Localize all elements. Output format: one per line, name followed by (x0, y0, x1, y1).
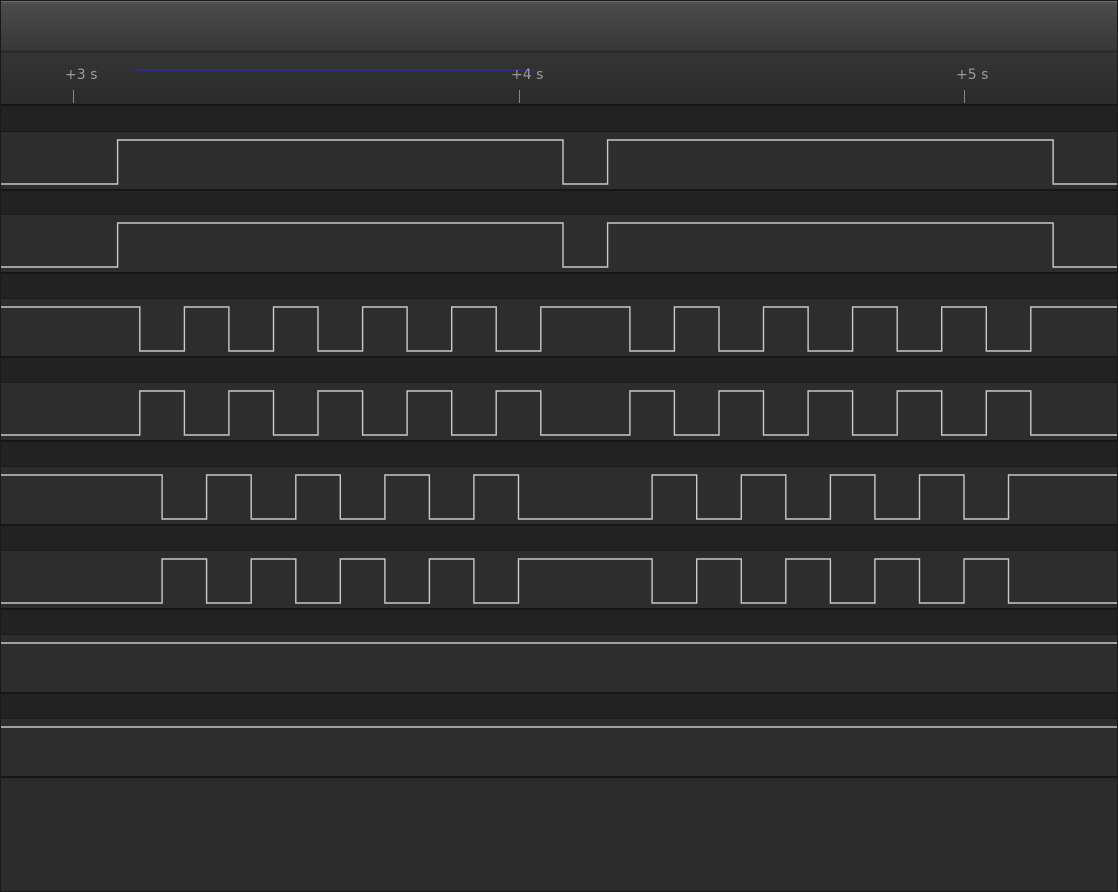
row-gap (1, 191, 1117, 214)
channel-row[interactable] (1, 466, 1117, 526)
toolbar (1, 1, 1117, 51)
waveform-svg (1, 222, 1117, 268)
channel-row[interactable] (1, 550, 1117, 610)
waveform-svg (1, 390, 1117, 436)
row-gap (1, 694, 1117, 718)
time-tick-label: +3 s (65, 67, 98, 83)
trace-area[interactable] (1, 106, 1117, 891)
time-ruler[interactable]: +3 s +4 s +5 s (1, 53, 1117, 106)
waveform-trace (1, 139, 1117, 185)
waveform-svg (1, 726, 1117, 728)
channel-row[interactable] (1, 298, 1117, 358)
row-gap (1, 274, 1117, 298)
waveform-svg (1, 306, 1117, 352)
waveform-svg (1, 558, 1117, 604)
waveform-svg (1, 642, 1117, 644)
waveform-trace (1, 558, 1117, 604)
empty-trace-area (1, 781, 1117, 891)
time-tick-label: +5 s (956, 67, 989, 83)
waveform-svg (1, 139, 1117, 185)
channel-row[interactable] (1, 214, 1117, 274)
time-range-indicator[interactable] (134, 69, 534, 71)
row-gap (1, 106, 1117, 131)
waveform-trace (1, 474, 1117, 520)
channel-row[interactable] (1, 382, 1117, 442)
waveform-svg (1, 474, 1117, 520)
logic-analyzer-window: +3 s +4 s +5 s (0, 0, 1118, 892)
row-gap (1, 526, 1117, 550)
waveform-trace (1, 306, 1117, 352)
tick-mark (964, 90, 965, 103)
channel-row[interactable] (1, 131, 1117, 191)
row-gap (1, 610, 1117, 634)
row-gap (1, 358, 1117, 382)
row-gap (1, 442, 1117, 466)
time-tick-label: +4 s (511, 67, 544, 83)
tick-mark (73, 90, 74, 103)
channel-row[interactable] (1, 718, 1117, 778)
waveform-trace (1, 390, 1117, 436)
channel-row[interactable] (1, 634, 1117, 694)
waveform-trace (1, 222, 1117, 268)
tick-mark (519, 90, 520, 103)
